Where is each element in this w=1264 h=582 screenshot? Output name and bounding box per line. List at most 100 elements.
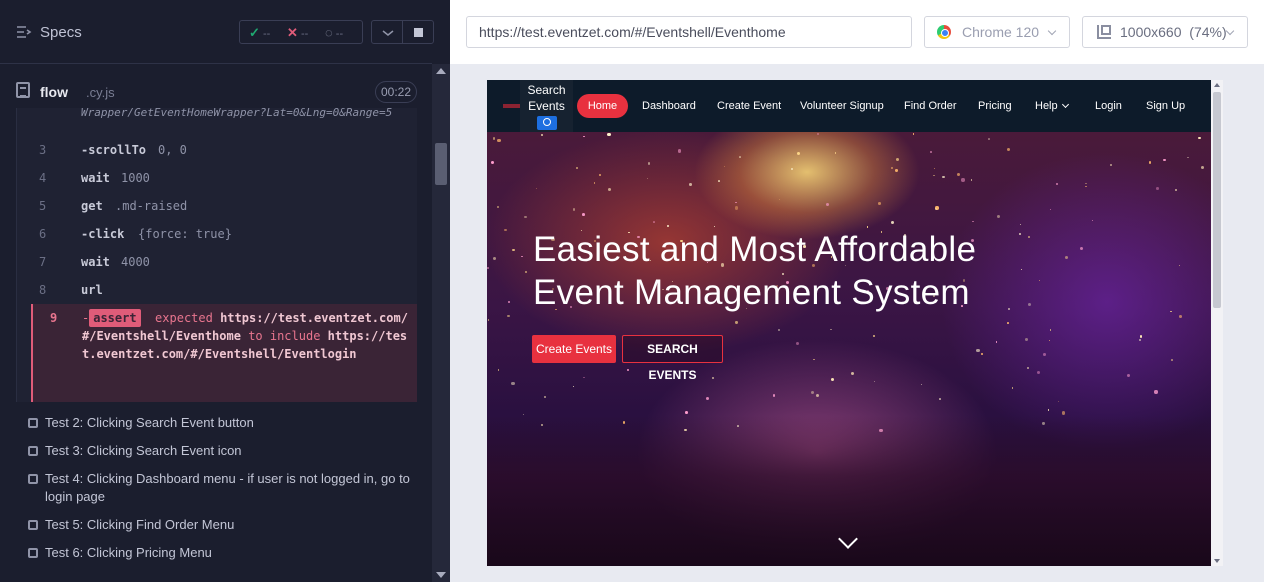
confetti-particle bbox=[895, 169, 898, 172]
scroll-down-arrow-icon[interactable] bbox=[1214, 559, 1220, 563]
nav-create-event[interactable]: Create Event bbox=[717, 100, 781, 112]
scrollbar-thumb[interactable] bbox=[435, 143, 447, 185]
confetti-particle bbox=[942, 175, 945, 179]
hero-title-line: Easiest and Most Affordable bbox=[533, 230, 977, 269]
nav-find-order[interactable]: Find Order bbox=[904, 100, 957, 112]
nav-dashboard[interactable]: Dashboard bbox=[642, 100, 696, 112]
spec-file-row[interactable]: flow .cy.js 00:22 bbox=[16, 76, 417, 108]
confetti-particle bbox=[778, 198, 780, 201]
confetti-particle bbox=[850, 371, 854, 375]
confetti-particle bbox=[1154, 390, 1158, 394]
assert-failure-line[interactable]: 9 - assert expected https://test.eventzet… bbox=[31, 304, 417, 402]
nav-search-label: Search bbox=[527, 83, 566, 97]
specs-scrollbar[interactable] bbox=[432, 64, 450, 582]
command-line[interactable]: 7 wait 4000 bbox=[17, 248, 417, 276]
confetti-particle bbox=[487, 267, 489, 269]
confetti-particle bbox=[878, 202, 882, 206]
nav-sign-up[interactable]: Sign Up bbox=[1146, 100, 1185, 112]
scroll-up-arrow-icon[interactable] bbox=[436, 68, 446, 74]
confetti-particle bbox=[735, 206, 739, 210]
check-icon: ✓ bbox=[249, 25, 260, 40]
test-item[interactable]: Test 3: Clicking Search Event icon bbox=[28, 442, 418, 460]
specs-list-icon[interactable] bbox=[16, 24, 32, 40]
command-number: 9 bbox=[50, 311, 58, 325]
confetti-particle bbox=[1006, 147, 1010, 151]
confetti-particle bbox=[930, 150, 932, 153]
nav-help[interactable]: Help bbox=[1035, 100, 1069, 112]
nav-volunteer-signup[interactable]: Volunteer Signup bbox=[800, 100, 884, 112]
test-item[interactable]: Test 6: Clicking Pricing Menu bbox=[28, 544, 418, 562]
stats-bar: ✓ -- ✕ -- ◌ -- bbox=[239, 20, 363, 44]
confetti-particle bbox=[1048, 339, 1051, 342]
test-status-icon bbox=[28, 446, 38, 456]
specs-title[interactable]: Specs bbox=[40, 24, 82, 41]
scroll-down-arrow-icon[interactable] bbox=[436, 572, 446, 578]
expand-button[interactable] bbox=[371, 20, 403, 44]
command-number: 8 bbox=[39, 283, 47, 297]
scrollbar-thumb[interactable] bbox=[1213, 92, 1221, 308]
aut-scrollbar[interactable] bbox=[1211, 80, 1223, 566]
command-line[interactable]: 4 wait 1000 bbox=[17, 164, 417, 192]
confetti-particle bbox=[1175, 188, 1178, 191]
failed-count: -- bbox=[300, 28, 309, 40]
nav-pricing[interactable]: Pricing bbox=[978, 100, 1012, 112]
assert-include-label: to include bbox=[248, 329, 321, 343]
confetti-particle bbox=[1049, 208, 1052, 211]
scroll-up-arrow-icon[interactable] bbox=[1214, 83, 1220, 87]
command-number: 4 bbox=[39, 171, 47, 185]
confetti-particle bbox=[540, 133, 544, 137]
confetti-particle bbox=[1049, 329, 1052, 331]
confetti-particle bbox=[939, 398, 941, 400]
stop-icon bbox=[414, 28, 423, 37]
confetti-particle bbox=[723, 165, 726, 168]
confetti-particle bbox=[607, 132, 611, 137]
command-arg: .md-raised bbox=[115, 199, 188, 213]
command-line[interactable]: 3 -scrollTo 0, 0 bbox=[17, 136, 417, 164]
confetti-particle bbox=[511, 381, 515, 386]
chevron-down-icon bbox=[1225, 26, 1235, 36]
confetti-particle bbox=[572, 385, 575, 387]
command-name: wait bbox=[81, 171, 110, 185]
confetti-particle bbox=[996, 214, 1000, 218]
confetti-particle bbox=[685, 411, 689, 414]
test-item[interactable]: Test 5: Clicking Find Order Menu bbox=[28, 516, 418, 534]
confetti-particle bbox=[817, 133, 820, 136]
confetti-particle bbox=[921, 384, 923, 386]
search-icon[interactable] bbox=[536, 116, 557, 130]
viewport-selector[interactable]: 1000x660 (74%) bbox=[1082, 16, 1248, 48]
create-events-button[interactable]: Create Events bbox=[532, 335, 616, 363]
confetti-particle bbox=[607, 187, 612, 192]
command-number: 6 bbox=[39, 227, 47, 241]
hero-section: Easiest and Most Affordable Event Manage… bbox=[487, 132, 1211, 566]
nav-login[interactable]: Login bbox=[1095, 100, 1122, 112]
url-bar[interactable]: https://test.eventzet.com/#/Eventshell/E… bbox=[466, 16, 912, 48]
command-line[interactable]: 6 -click {force: true} bbox=[17, 220, 417, 248]
assert-message: - assert expected https://test.eventzet.c… bbox=[82, 309, 412, 363]
assert-tag: assert bbox=[89, 309, 141, 327]
nav-home[interactable]: Home bbox=[577, 94, 628, 118]
confetti-particle bbox=[583, 135, 585, 138]
test-item[interactable]: Test 4: Clicking Dashboard menu - if use… bbox=[28, 470, 418, 506]
confetti-particle bbox=[507, 314, 510, 318]
nav-search-events[interactable]: Search Events bbox=[520, 80, 573, 138]
confetti-particle bbox=[1047, 409, 1050, 411]
command-number: 5 bbox=[39, 199, 47, 213]
confetti-particle bbox=[772, 394, 776, 398]
confetti-particle bbox=[583, 376, 585, 379]
command-line[interactable]: 8 url bbox=[17, 276, 417, 304]
viewport-zoom: (74%) bbox=[1189, 24, 1227, 40]
confetti-particle bbox=[487, 319, 490, 321]
confetti-particle bbox=[933, 167, 936, 170]
x-icon: ✕ bbox=[287, 25, 298, 40]
command-line[interactable]: 5 get .md-raised bbox=[17, 192, 417, 220]
test-item[interactable]: Test 2: Clicking Search Event button bbox=[28, 414, 418, 432]
confetti-particle bbox=[1084, 182, 1087, 185]
confetti-particle bbox=[512, 248, 515, 251]
confetti-particle bbox=[1024, 337, 1029, 342]
browser-selector[interactable]: Chrome 120 bbox=[924, 16, 1070, 48]
confetti-particle bbox=[1058, 400, 1060, 403]
confetti-particle bbox=[1091, 219, 1094, 222]
stop-button[interactable] bbox=[402, 20, 434, 44]
search-events-button[interactable]: SEARCH EVENTS bbox=[622, 335, 723, 382]
confetti-particle bbox=[961, 178, 965, 182]
